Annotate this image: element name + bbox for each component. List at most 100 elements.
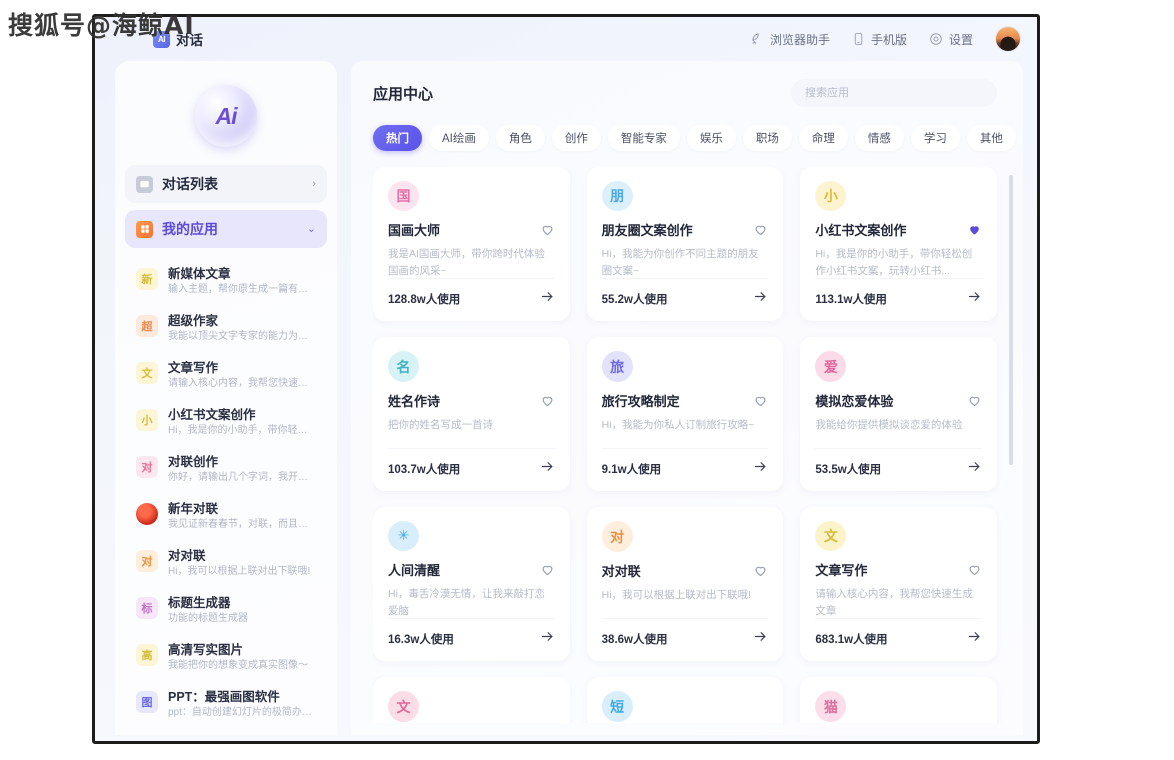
card-usage-count: 103.7w人使用 <box>388 464 461 476</box>
heart-outline-icon[interactable] <box>753 563 768 578</box>
scrollbar-thumb[interactable] <box>1009 175 1013 465</box>
sidebar-app-list[interactable]: 新新媒体文章 输入主题，帮你原生成一篇有深… 超超级作家 我能以顶尖文字专家的能力为你… <box>125 255 327 727</box>
app-card[interactable]: 朋朋友圈文案创作 Hi，我能为你创作不同主题的朋友圈文案~ 55.2w人使用 <box>586 167 784 321</box>
app-item-desc: 请输入核心内容，我帮您快速生… <box>168 378 316 389</box>
arrow-right-icon[interactable] <box>540 289 555 309</box>
card-usage-count: 113.1w人使用 <box>815 294 887 306</box>
mobile-version-button[interactable]: 手机版 <box>852 31 907 48</box>
card-footer: 9.1w人使用 <box>601 448 769 479</box>
card-usage-count: 53.5w人使用 <box>815 464 882 476</box>
sidebar-app-item[interactable]: 小小红书文案创作 Hi，我是你的小助手，带你轻松… <box>127 400 325 445</box>
arrow-right-icon[interactable] <box>967 629 982 649</box>
arrow-right-icon[interactable] <box>540 629 555 649</box>
card-usage-count: 38.6w人使用 <box>601 634 668 646</box>
app-badge-icon: 超 <box>136 315 158 337</box>
heart-outline-icon[interactable] <box>967 393 982 408</box>
app-badge-icon: 文 <box>136 362 158 384</box>
card-avatar-icon: 朋 <box>601 181 633 211</box>
sidebar-app-item[interactable]: 对对联创作 你好，请输出几个字词，我开始… <box>127 447 325 492</box>
sidebar-app-item[interactable]: 标标题生成器 功能的标题生成器 <box>127 588 325 633</box>
app-item-name: PPT：最强画图软件 <box>168 690 280 704</box>
app-item-name: 文章写作 <box>168 361 219 375</box>
sidebar-app-item[interactable]: 新新媒体文章 输入主题，帮你原生成一篇有深… <box>127 259 325 304</box>
app-card[interactable]: 文文本润色 <box>373 677 570 723</box>
arrow-right-icon[interactable] <box>540 459 555 479</box>
app-card[interactable]: 短短视频脚本创作 <box>586 677 784 723</box>
app-card[interactable]: 名姓名作诗 把你的姓名写成一首诗 103.7w人使用 <box>373 337 570 491</box>
sidebar-app-item[interactable]: 高高清写实图片 我能把你的想象变成真实图像～ <box>127 635 325 680</box>
card-avatar-icon: ✳ <box>388 521 419 551</box>
app-card[interactable]: 小小红书文案创作 Hi，我是你的小助手，带你轻松创作小红书文案，玩转小红书... 1… <box>800 167 997 321</box>
app-card[interactable]: 对对对联 Hi，我可以根据上联对出下联哦! 38.6w人使用 <box>586 507 784 661</box>
arrow-right-icon[interactable] <box>967 289 982 309</box>
rocket-icon <box>750 32 764 46</box>
tab-category-2[interactable]: 角色 <box>495 125 545 151</box>
arrow-right-icon[interactable] <box>753 289 768 309</box>
app-item-name: 对对联 <box>168 549 206 563</box>
avatar[interactable] <box>995 26 1021 52</box>
app-item-text: 新年对联 我见证新春春节，对联，而且满… <box>168 501 316 532</box>
card-description: Hi，毒舌冷漠无情，让我来敲打恋爱脑 <box>388 587 545 617</box>
app-card[interactable]: 国国画大师 我是AI国画大师，带你跨时代体验国画的风采~ 128.8w人使用 <box>373 167 570 321</box>
tab-category-5[interactable]: 娱乐 <box>686 125 736 151</box>
scrollbar[interactable] <box>1009 175 1013 715</box>
tab-category-9[interactable]: 学习 <box>910 125 960 151</box>
apps-scroll-area[interactable]: 国国画大师 我是AI国画大师，带你跨时代体验国画的风采~ 128.8w人使用 朋朋友圈… <box>373 167 1019 723</box>
settings-button[interactable]: 设置 <box>929 31 973 48</box>
heart-outline-icon[interactable] <box>753 393 768 408</box>
tab-hot[interactable]: 热门 <box>373 125 422 151</box>
sidebar-app-item[interactable]: 文文章写作请输入核心内容，我帮您快速生… <box>127 353 325 398</box>
app-item-text: 超级作家 我能以顶尖文字专家的能力为你创… <box>168 313 316 344</box>
card-footer: 53.5w人使用 <box>815 448 982 479</box>
search-input[interactable] <box>805 87 983 99</box>
card-title: 姓名作诗 <box>388 394 441 409</box>
sidebar-item-chat-list[interactable]: 对话列表 › <box>125 165 327 203</box>
app-item-name: 对联创作 <box>168 455 219 469</box>
app-card[interactable]: 旅旅行攻略制定 Hi，我能为你私人订制旅行攻略~ 9.1w人使用 <box>586 337 784 491</box>
tab-category-1[interactable]: AI绘画 <box>429 125 489 151</box>
heart-outline-icon[interactable] <box>540 562 555 577</box>
heart-outline-icon[interactable] <box>540 393 555 408</box>
search-box[interactable] <box>791 79 997 107</box>
app-badge-icon: 小 <box>136 409 158 431</box>
app-item-name: 超级作家 <box>168 314 219 328</box>
sidebar-item-my-apps[interactable]: 我的应用 ⌄ <box>125 210 327 248</box>
card-usage-count: 9.1w人使用 <box>601 464 662 476</box>
app-card[interactable]: 爱模拟恋爱体验 我能给你提供模拟谈恋爱的体验 53.5w人使用 <box>800 337 997 491</box>
sidebar-app-item[interactable]: 图 PPT：最强画图软件 ppt：自动创建幻灯片的极简办公… <box>127 682 325 727</box>
tab-category-8[interactable]: 情感 <box>854 125 904 151</box>
app-item-text: 新媒体文章 输入主题，帮你原生成一篇有深… <box>168 266 316 297</box>
app-badge-icon <box>136 503 158 525</box>
category-tabs[interactable]: 热门 AI绘画 角色 创作 智能专家 娱乐 职场 命理 情感 学习 其他 <box>373 125 1016 151</box>
arrow-right-icon[interactable] <box>753 629 768 649</box>
arrow-right-icon[interactable] <box>753 459 768 479</box>
app-item-name: 小红书文案创作 <box>168 408 256 422</box>
card-title: 旅行攻略制定 <box>601 394 680 409</box>
tab-category-4[interactable]: 智能专家 <box>607 125 680 151</box>
main-header: 应用中心 <box>373 79 1019 107</box>
app-card[interactable]: 猫宠物职业照 <box>800 677 997 723</box>
card-header: 模拟恋爱体验 <box>815 391 982 410</box>
heart-outline-icon[interactable] <box>967 562 982 577</box>
card-header: 文章写作 <box>815 560 982 579</box>
sidebar-app-item[interactable]: 新年对联 我见证新春春节，对联，而且满… <box>127 494 325 539</box>
tab-category-3[interactable]: 创作 <box>551 125 601 151</box>
arrow-right-icon[interactable] <box>967 459 982 479</box>
sidebar-logo: Ai <box>125 75 327 165</box>
heart-outline-icon[interactable] <box>540 222 555 237</box>
body-row: Ai 对话列表 › 我的应用 ⌄ 新新媒体文章 输入主题，帮你原生成一篇有深… 超超… <box>95 61 1037 741</box>
app-card[interactable]: 文文章写作 请输入核心内容，我帮您快速生成文章 683.1w人使用 <box>800 507 997 661</box>
app-card[interactable]: ✳ 人间清醒 Hi，毒舌冷漠无情，让我来敲打恋爱脑 16.3w人使用 <box>373 507 570 661</box>
sidebar-app-item[interactable]: 对对对联 Hi，我可以根据上联对出下联哦! <box>127 541 325 586</box>
tab-category-7[interactable]: 命理 <box>798 125 848 151</box>
sidebar-app-item[interactable]: 超超级作家 我能以顶尖文字专家的能力为你创… <box>127 306 325 351</box>
app-item-name: 新媒体文章 <box>168 267 231 281</box>
browser-assistant-button[interactable]: 浏览器助手 <box>750 31 830 48</box>
heart-filled-icon[interactable] <box>967 222 982 237</box>
card-avatar-icon: 名 <box>388 351 419 382</box>
heart-outline-icon[interactable] <box>753 222 768 237</box>
card-header: 人间清醒 <box>388 560 555 579</box>
tab-category-6[interactable]: 职场 <box>742 125 792 151</box>
tab-category-10[interactable]: 其他 <box>966 125 1016 151</box>
app-item-desc: 我见证新春春节，对联，而且满… <box>168 519 316 530</box>
